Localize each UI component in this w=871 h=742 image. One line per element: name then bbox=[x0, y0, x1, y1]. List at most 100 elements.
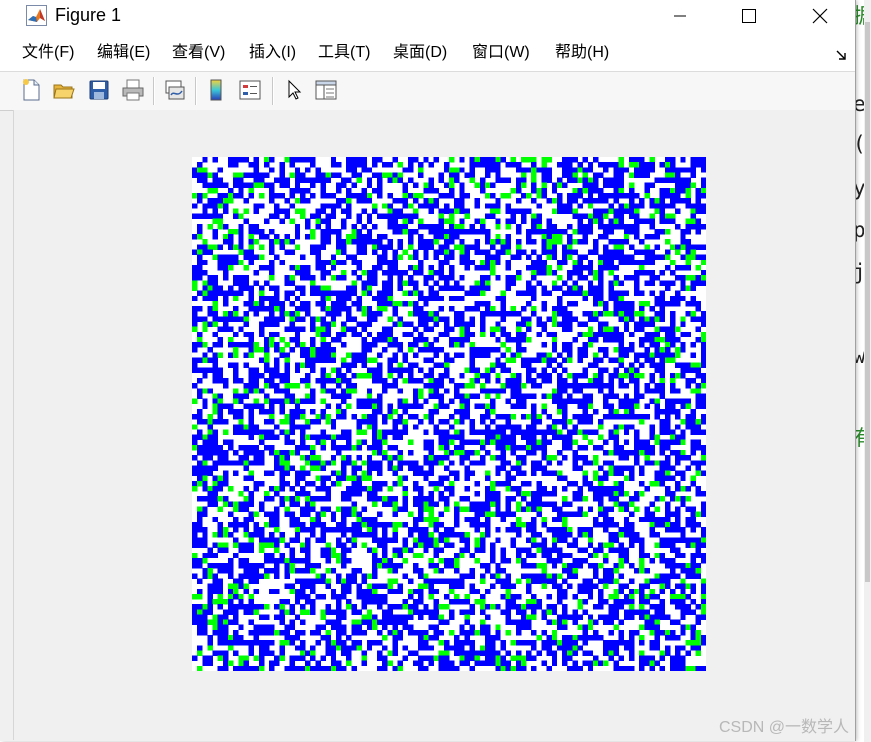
heatmap-cell-green bbox=[207, 285, 213, 291]
heatmap-cell-green bbox=[592, 470, 599, 476]
heatmap-cell-blue bbox=[202, 295, 208, 302]
heatmap-cell-blue bbox=[562, 511, 568, 518]
heatmap-cell-blue bbox=[392, 496, 398, 502]
heatmap-cell-blue bbox=[577, 187, 583, 194]
heatmap-cell-green bbox=[371, 403, 378, 410]
heatmap-cell-blue bbox=[623, 306, 630, 312]
heatmap-cell-blue bbox=[670, 408, 676, 415]
heatmap-cell-blue bbox=[469, 223, 475, 230]
heatmap-cell-blue bbox=[541, 578, 547, 584]
menu-help[interactable]: 帮助(H) bbox=[555, 43, 609, 63]
heatmap-cell-blue bbox=[310, 192, 316, 199]
heatmap-cell-blue bbox=[613, 521, 619, 528]
heatmap-plot[interactable] bbox=[192, 157, 706, 671]
heatmap-cell-green bbox=[289, 588, 296, 595]
heatmap-cell-blue bbox=[664, 527, 671, 533]
heatmap-cell-blue bbox=[505, 506, 511, 512]
heatmap-cell-blue bbox=[356, 465, 362, 471]
heatmap-cell-blue bbox=[680, 182, 686, 189]
menu-edit[interactable]: 编辑(E) bbox=[97, 43, 150, 63]
heatmap-cell-green bbox=[320, 326, 326, 333]
heatmap-cell-blue bbox=[371, 295, 378, 302]
heatmap-cell-blue bbox=[700, 162, 706, 168]
heatmap-cell-blue bbox=[315, 259, 321, 266]
heatmap-cell-blue bbox=[269, 187, 275, 194]
heatmap-cell-blue bbox=[670, 439, 676, 446]
maximize-button[interactable] bbox=[726, 0, 772, 31]
heatmap-cell-blue bbox=[341, 331, 347, 338]
heatmap-cell-blue bbox=[520, 306, 527, 312]
heatmap-cell-blue bbox=[603, 506, 609, 512]
heatmap-cell-blue bbox=[294, 491, 301, 497]
heatmap-cell-blue bbox=[402, 223, 409, 230]
heatmap-cell-blue bbox=[634, 460, 640, 466]
heatmap-cell-green bbox=[402, 249, 409, 255]
heatmap-cell-blue bbox=[572, 424, 578, 430]
heatmap-cell-blue bbox=[299, 439, 306, 446]
heatmap-cell-blue bbox=[341, 496, 347, 502]
legend-icon[interactable] bbox=[238, 78, 262, 102]
heatmap-cell-green bbox=[202, 326, 208, 333]
heatmap-cell-blue bbox=[592, 547, 599, 554]
heatmap-cell-green bbox=[464, 213, 470, 219]
heatmap-cell-blue bbox=[567, 172, 573, 178]
heatmap-cell-blue bbox=[248, 573, 254, 579]
heatmap-cell-blue bbox=[377, 259, 383, 266]
heatmap-cell-blue bbox=[243, 475, 249, 482]
heatmap-cell-blue bbox=[238, 378, 244, 384]
print-icon[interactable] bbox=[121, 78, 145, 102]
heatmap-cell-blue bbox=[469, 167, 475, 173]
heatmap-cell-blue bbox=[479, 352, 486, 358]
heatmap-cell-blue bbox=[227, 187, 234, 194]
heatmap-cell-blue bbox=[222, 568, 229, 574]
menu-insert[interactable]: 插入(I) bbox=[249, 43, 296, 63]
heatmap-cell-green bbox=[233, 172, 239, 178]
link-plot-icon[interactable] bbox=[163, 78, 187, 102]
menu-window[interactable]: 窗口(W) bbox=[472, 43, 530, 63]
heatmap-cell-blue bbox=[227, 609, 234, 615]
edit-plot-arrow-icon[interactable] bbox=[282, 78, 306, 102]
heatmap-cell-blue bbox=[392, 264, 398, 271]
background-scrollbar-thumb[interactable] bbox=[865, 22, 870, 582]
menu-tools[interactable]: 工具(T) bbox=[318, 43, 370, 63]
heatmap-cell-green bbox=[310, 280, 316, 286]
heatmap-cell-blue bbox=[700, 182, 706, 189]
heatmap-cell-blue bbox=[443, 403, 450, 410]
heatmap-cell-blue bbox=[664, 187, 671, 194]
title-bar[interactable]: Figure 1 bbox=[0, 0, 855, 31]
close-button[interactable] bbox=[797, 0, 843, 31]
heatmap-cell-blue bbox=[433, 321, 440, 327]
heatmap-cell-green bbox=[551, 537, 558, 543]
heatmap-cell-green bbox=[269, 542, 275, 548]
open-file-icon[interactable] bbox=[52, 78, 76, 102]
heatmap-cell-blue bbox=[351, 285, 357, 291]
heatmap-cell-blue bbox=[608, 254, 614, 261]
heatmap-cell-blue bbox=[258, 285, 265, 291]
colorbar-icon[interactable] bbox=[204, 78, 228, 102]
heatmap-cell-blue bbox=[680, 234, 686, 240]
heatmap-cell-blue bbox=[320, 434, 326, 440]
heatmap-cell-blue bbox=[407, 614, 414, 620]
heatmap-cell-blue bbox=[598, 321, 604, 327]
heatmap-cell-blue bbox=[263, 264, 270, 271]
menu-desktop[interactable]: 桌面(D) bbox=[393, 43, 447, 63]
property-inspector-icon[interactable] bbox=[314, 78, 338, 102]
heatmap-cell-blue bbox=[248, 378, 254, 384]
minimize-button[interactable] bbox=[657, 0, 703, 31]
heatmap-cell-blue bbox=[644, 414, 650, 420]
dock-arrow-icon[interactable] bbox=[835, 49, 847, 61]
heatmap-cell-green bbox=[572, 208, 578, 214]
heatmap-cell-blue bbox=[490, 557, 496, 564]
menu-view[interactable]: 查看(V) bbox=[172, 43, 225, 63]
menu-file[interactable]: 文件(F) bbox=[22, 43, 74, 63]
heatmap-cell-blue bbox=[433, 234, 440, 240]
heatmap-cell-blue bbox=[598, 162, 604, 168]
heatmap-cell-blue bbox=[289, 429, 296, 435]
heatmap-cell-blue bbox=[377, 485, 383, 492]
heatmap-cell-blue bbox=[505, 599, 511, 605]
heatmap-cell-green bbox=[279, 336, 285, 343]
new-figure-icon[interactable] bbox=[19, 78, 43, 102]
save-icon[interactable] bbox=[87, 78, 111, 102]
heatmap-cell-blue bbox=[639, 203, 645, 209]
heatmap-cell-blue bbox=[459, 419, 465, 425]
